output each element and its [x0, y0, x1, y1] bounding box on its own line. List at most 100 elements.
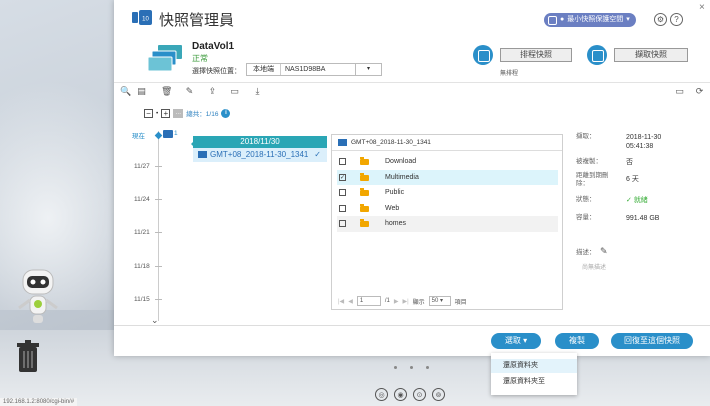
trash-icon[interactable]: 🗑 — [161, 86, 172, 97]
window-icon[interactable]: ▭ — [674, 86, 685, 97]
per-page-select[interactable]: 50 ▾ — [428, 296, 451, 306]
snapshot-date-header: 2018/11/30 — [193, 136, 327, 148]
timeline: 現在 1 11/27 11/24 11/21 11/18 11/15 ⌄ — [114, 125, 194, 330]
folder-list: Download ✓ Multimedia Public Web homes — [337, 154, 558, 232]
select-dropdown-menu: 還原資料夾 還原資料夾至 — [491, 353, 577, 395]
folder-icon — [360, 188, 369, 196]
svg-text:10: 10 — [142, 17, 149, 23]
file-browser: GMT+08_2018-11-30_1341 Download ✓ Multim… — [331, 134, 563, 310]
dock-icon-1[interactable]: ◎ — [375, 388, 388, 401]
upload-icon[interactable]: ⇪ — [207, 86, 218, 97]
info-icon[interactable]: i — [221, 108, 231, 118]
gear-icon[interactable]: ⚙ — [654, 13, 667, 26]
next-page-icon[interactable]: ▶ — [394, 298, 399, 305]
timeline-tick — [155, 232, 162, 233]
snapshot-icon — [198, 151, 207, 158]
last-page-icon[interactable]: ▶| — [402, 298, 408, 305]
take-snapshot-button[interactable]: 擷取快照 — [614, 48, 688, 62]
database-icon — [548, 15, 557, 25]
footer-divider — [114, 325, 710, 326]
dock-icon-4[interactable]: ⊚ — [432, 388, 445, 401]
page-input[interactable]: 1 — [356, 296, 381, 306]
snapshot-manager-window: 10 快照管理員 ● 最小快照保護空間 ▾ ⚙ ? × DataVol1 正常 … — [114, 0, 710, 356]
snapshot-item[interactable]: GMT+08_2018-11-30_1341 ✓ — [193, 148, 327, 162]
file-browser-header: GMT+08_2018-11-30_1341 — [332, 135, 562, 151]
titlebar: 10 快照管理員 ● 最小快照保護空間 ▾ ⚙ ? × — [114, 0, 710, 35]
items-label: 項目 — [454, 299, 467, 306]
close-icon[interactable]: × — [699, 2, 705, 13]
filter-icon[interactable]: ▤ — [136, 86, 147, 97]
taskbar-dock: ◎ ◉ ⊙ ⊚ — [375, 388, 445, 401]
folder-row[interactable]: Download — [337, 154, 558, 170]
copy-button[interactable]: 複製 — [555, 333, 599, 349]
folder-open-icon[interactable]: ▭ — [229, 86, 240, 97]
timeline-tick — [155, 166, 162, 167]
snapshot-total: 總共：1/16 — [186, 111, 219, 118]
help-icon[interactable]: ? — [670, 13, 683, 26]
snapshot-marker-icon[interactable] — [163, 130, 173, 138]
prop-value: 否 — [626, 159, 633, 166]
row-checkbox[interactable]: ✓ — [339, 173, 346, 181]
collapse-icon[interactable]: − — [144, 108, 153, 118]
dot-icon: • — [156, 109, 159, 117]
expand-icon[interactable]: + — [161, 108, 171, 118]
prev-page-icon[interactable]: ◀ — [348, 298, 353, 305]
prop-value: 6 天 — [626, 176, 639, 183]
robot-mascot-icon[interactable] — [15, 268, 61, 328]
folder-icon — [360, 172, 369, 181]
schedule-snapshot-button[interactable]: 排程快照 — [500, 48, 572, 62]
snapshot-item-label: GMT+08_2018-11-30_1341 — [210, 150, 309, 159]
folder-row[interactable]: homes — [337, 216, 558, 232]
menu-item-restore-folder-to[interactable]: 還原資料夾至 — [491, 375, 577, 389]
folder-name: Multimedia — [385, 173, 419, 181]
first-page-icon[interactable]: |◀ — [338, 298, 344, 305]
row-checkbox[interactable] — [339, 220, 346, 227]
camera-icon — [587, 45, 607, 65]
dock-icon-2[interactable]: ◉ — [394, 388, 407, 401]
folder-row[interactable]: ✓ Multimedia — [337, 169, 558, 185]
location-selector[interactable]: 本地端 NAS1D98BA — [246, 63, 356, 76]
recycle-bin-icon[interactable] — [14, 340, 42, 374]
folder-icon — [360, 157, 369, 165]
dock-icon-3[interactable]: ⊙ — [413, 388, 426, 401]
prop-value: 991.48 GB — [626, 215, 660, 222]
prop-value-state: ✓ 就緒 — [626, 197, 648, 204]
location-label: 選擇快照位置： — [192, 68, 241, 75]
prop-label: 狀態： — [576, 196, 596, 203]
timeline-date: 11/18 — [134, 263, 150, 270]
app-title: 快照管理員 — [159, 12, 235, 29]
page-dots — [394, 366, 429, 369]
calendar-icon — [473, 45, 493, 65]
folder-name: homes — [385, 220, 407, 227]
refresh-icon[interactable]: ⟳ — [694, 86, 705, 97]
prop-value-date: 2018-11-30 — [626, 134, 662, 141]
prop-label: 描述： — [576, 249, 596, 256]
folder-row[interactable]: Web — [337, 201, 558, 217]
volume-bar: DataVol1 正常 選擇快照位置： 本地端 NAS1D98BA ▾ 排程快照… — [114, 35, 710, 83]
timeline-tick — [155, 199, 162, 200]
folder-row[interactable]: Public — [337, 185, 558, 201]
search-icon[interactable]: 🔍 — [120, 86, 131, 97]
filter-tag[interactable]: … — [173, 108, 184, 118]
timeline-now-label: 現在 — [132, 133, 145, 140]
prop-label: 距離到期刪除： — [576, 172, 609, 187]
timeline-date: 11/27 — [134, 163, 150, 170]
location-nas: NAS1D98BA — [285, 66, 326, 73]
edit-description-icon[interactable]: ✎ — [600, 246, 608, 257]
restore-snapshot-button[interactable]: 回復至這個快照 — [611, 333, 693, 349]
download-icon[interactable]: ⤓ — [252, 86, 263, 97]
filter-row: − • + … 總共：1/16 i — [144, 107, 231, 119]
location-dropdown[interactable]: ▾ — [356, 63, 382, 76]
row-checkbox[interactable] — [339, 189, 346, 196]
select-button[interactable]: 選取 ▾ — [491, 333, 541, 349]
edit-icon[interactable]: ✎ — [184, 86, 195, 97]
row-checkbox[interactable] — [339, 158, 346, 165]
min-snapshot-space-button[interactable]: ● 最小快照保護空間 ▾ — [544, 13, 636, 27]
space-pill-dot: ● — [560, 16, 565, 23]
check-icon: ✓ — [626, 197, 634, 204]
prop-label: 被複製： — [576, 158, 602, 165]
space-pill-label: 最小快照保護空間 — [567, 16, 624, 23]
menu-item-restore-folder[interactable]: 還原資料夾 — [491, 359, 577, 373]
check-icon: ✓ — [314, 150, 321, 159]
row-checkbox[interactable] — [339, 204, 346, 212]
